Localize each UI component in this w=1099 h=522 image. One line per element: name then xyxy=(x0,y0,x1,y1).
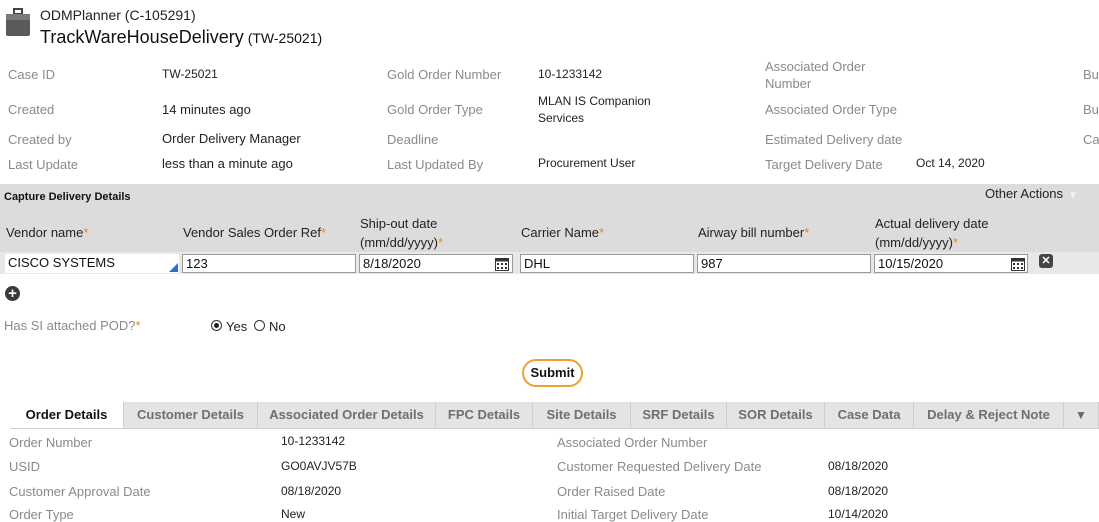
est-delivery-label: Estimated Delivery date xyxy=(765,132,903,147)
col-actual-delivery-label: Actual delivery date xyxy=(875,216,989,231)
chevron-down-icon: ▼ xyxy=(1068,190,1078,201)
airway-bill-input[interactable]: 987 xyxy=(697,254,871,273)
case-id-value: TW-25021 xyxy=(162,67,218,81)
order-number-label: Order Number xyxy=(9,435,93,450)
order-type-label: Order Type xyxy=(9,507,74,522)
created-by-label: Created by xyxy=(8,132,72,147)
gold-order-type-value: MLAN IS Companion Services xyxy=(538,94,651,125)
briefcase-icon xyxy=(6,8,30,36)
required-marker: * xyxy=(83,225,89,240)
created-by-value: Order Delivery Manager xyxy=(162,131,301,146)
detail-tabs: Order Details Customer Details Associate… xyxy=(10,402,1099,429)
app-name: ODMPlanner (C-105291) xyxy=(40,7,196,23)
cust-req-delivery-value: 08/18/2020 xyxy=(828,459,889,473)
col-airway-bill: Airway bill number* xyxy=(698,223,809,242)
cust-req-delivery-label: Customer Requested Delivery Date xyxy=(557,459,762,474)
actual-delivery-date-input[interactable]: 10/15/2020 xyxy=(874,254,1028,273)
other-actions-label: Other Actions xyxy=(985,186,1064,201)
target-delivery-label: Target Delivery Date xyxy=(765,157,883,172)
calendar-icon[interactable] xyxy=(1011,257,1025,271)
order-raised-value: 08/18/2020 xyxy=(828,484,889,498)
required-marker: * xyxy=(321,225,327,240)
tab-case-data[interactable]: Case Data xyxy=(825,402,914,428)
tab-associated-order-details[interactable]: Associated Order Details xyxy=(258,402,436,428)
created-value: 14 minutes ago xyxy=(162,102,251,117)
tab-site-details[interactable]: Site Details xyxy=(533,402,631,428)
vendor-name-value: CISCO SYSTEMS xyxy=(8,255,115,270)
tab-fpc-details[interactable]: FPC Details xyxy=(436,402,533,428)
usid-label: USID xyxy=(9,459,41,474)
required-marker: * xyxy=(804,225,810,240)
tab-sor-details[interactable]: SOR Details xyxy=(727,402,825,428)
pod-question: Has SI attached POD?* xyxy=(4,318,141,333)
col-actual-delivery-date: Actual delivery date (mm/dd/yyyy)* xyxy=(875,214,988,252)
col-carrier-label: Carrier Name xyxy=(521,225,600,240)
col-carrier-name: Carrier Name* xyxy=(521,223,604,242)
last-updated-by-label: Last Updated By xyxy=(387,157,484,172)
col-actual-delivery-format: (mm/dd/yyyy) xyxy=(875,235,953,250)
case-title-id: (TW-25021) xyxy=(247,30,323,46)
gold-order-type-label: Gold Order Type xyxy=(387,102,483,117)
target-delivery-value: Oct 14, 2020 xyxy=(916,156,985,170)
order-number-value: 10-1233142 xyxy=(281,434,346,448)
case-id-label: Case ID xyxy=(8,67,55,82)
gold-order-number-label: Gold Order Number xyxy=(387,67,502,82)
col-ship-out-label: Ship-out date xyxy=(360,216,438,231)
tab-delay-reject-note[interactable]: Delay & Reject Note xyxy=(914,402,1064,428)
page-title: TrackWareHouseDelivery (TW-25021) xyxy=(40,27,322,48)
col-ship-out-format: (mm/dd/yyyy) xyxy=(360,235,438,250)
col-vendor-name-label: Vendor name xyxy=(6,225,84,240)
other-actions-menu[interactable]: Other Actions ▼ xyxy=(985,186,1078,201)
pod-no-radio[interactable] xyxy=(254,320,265,331)
submit-button[interactable]: Submit xyxy=(522,359,583,387)
delete-row-icon[interactable]: ✕ xyxy=(1039,254,1053,268)
required-marker: * xyxy=(953,235,959,250)
cutoff-label-3: Ca xyxy=(1083,132,1099,147)
tabs-more-chevron-icon[interactable]: ▼ xyxy=(1064,402,1099,428)
capture-delivery-title: Capture Delivery Details xyxy=(4,191,131,203)
initial-target-value: 10/14/2020 xyxy=(828,507,889,521)
cutoff-label-2: Bu xyxy=(1083,102,1099,117)
created-label: Created xyxy=(8,102,55,117)
pod-yes-label: Yes xyxy=(226,319,248,334)
od-assoc-order-number-label: Associated Order Number xyxy=(557,435,708,450)
gold-order-number-value: 10-1233142 xyxy=(538,67,603,81)
deadline-label: Deadline xyxy=(387,132,439,147)
required-marker: * xyxy=(599,225,605,240)
case-title: TrackWareHouseDelivery xyxy=(40,27,244,47)
required-marker: * xyxy=(135,318,141,333)
col-airway-label: Airway bill number xyxy=(698,225,805,240)
tab-srf-details[interactable]: SRF Details xyxy=(631,402,727,428)
calendar-icon[interactable] xyxy=(495,257,509,271)
assoc-order-number-label: Associated Order Number xyxy=(765,59,866,91)
customer-approval-label: Customer Approval Date xyxy=(9,484,151,499)
last-update-value: less than a minute ago xyxy=(162,156,293,171)
cutoff-label-1: Bu xyxy=(1083,67,1099,82)
required-marker: * xyxy=(438,235,444,250)
col-ship-out-date: Ship-out date (mm/dd/yyyy)* xyxy=(360,214,443,252)
pod-question-label: Has SI attached POD? xyxy=(4,318,136,333)
order-type-value: New xyxy=(281,507,306,521)
pod-yes-radio[interactable] xyxy=(211,320,222,331)
col-vendor-sales-ref: Vendor Sales Order Ref* xyxy=(183,223,326,242)
initial-target-label: Initial Target Delivery Date xyxy=(557,507,709,522)
col-vendor-sales-ref-label: Vendor Sales Order Ref xyxy=(183,225,322,240)
last-updated-by-value: Procurement User xyxy=(538,156,636,170)
autocomplete-indicator-icon xyxy=(169,263,178,272)
customer-approval-value: 08/18/2020 xyxy=(281,484,342,498)
vendor-name-input[interactable]: CISCO SYSTEMS xyxy=(5,254,179,273)
tab-order-details[interactable]: Order Details xyxy=(10,402,124,428)
ship-out-date-input[interactable]: 8/18/2020 xyxy=(359,254,513,273)
assoc-order-type-label: Associated Order Type xyxy=(765,102,897,117)
pod-no-label: No xyxy=(269,319,286,334)
last-update-label: Last Update xyxy=(8,157,79,172)
col-vendor-name: Vendor name* xyxy=(6,223,88,242)
carrier-name-input[interactable]: DHL xyxy=(520,254,694,273)
vendor-sales-ref-input[interactable]: 123 xyxy=(182,254,356,273)
usid-value: GO0AVJV57B xyxy=(281,459,357,473)
order-raised-label: Order Raised Date xyxy=(557,484,666,499)
add-row-icon[interactable]: + xyxy=(5,286,20,301)
tab-customer-details[interactable]: Customer Details xyxy=(124,402,258,428)
